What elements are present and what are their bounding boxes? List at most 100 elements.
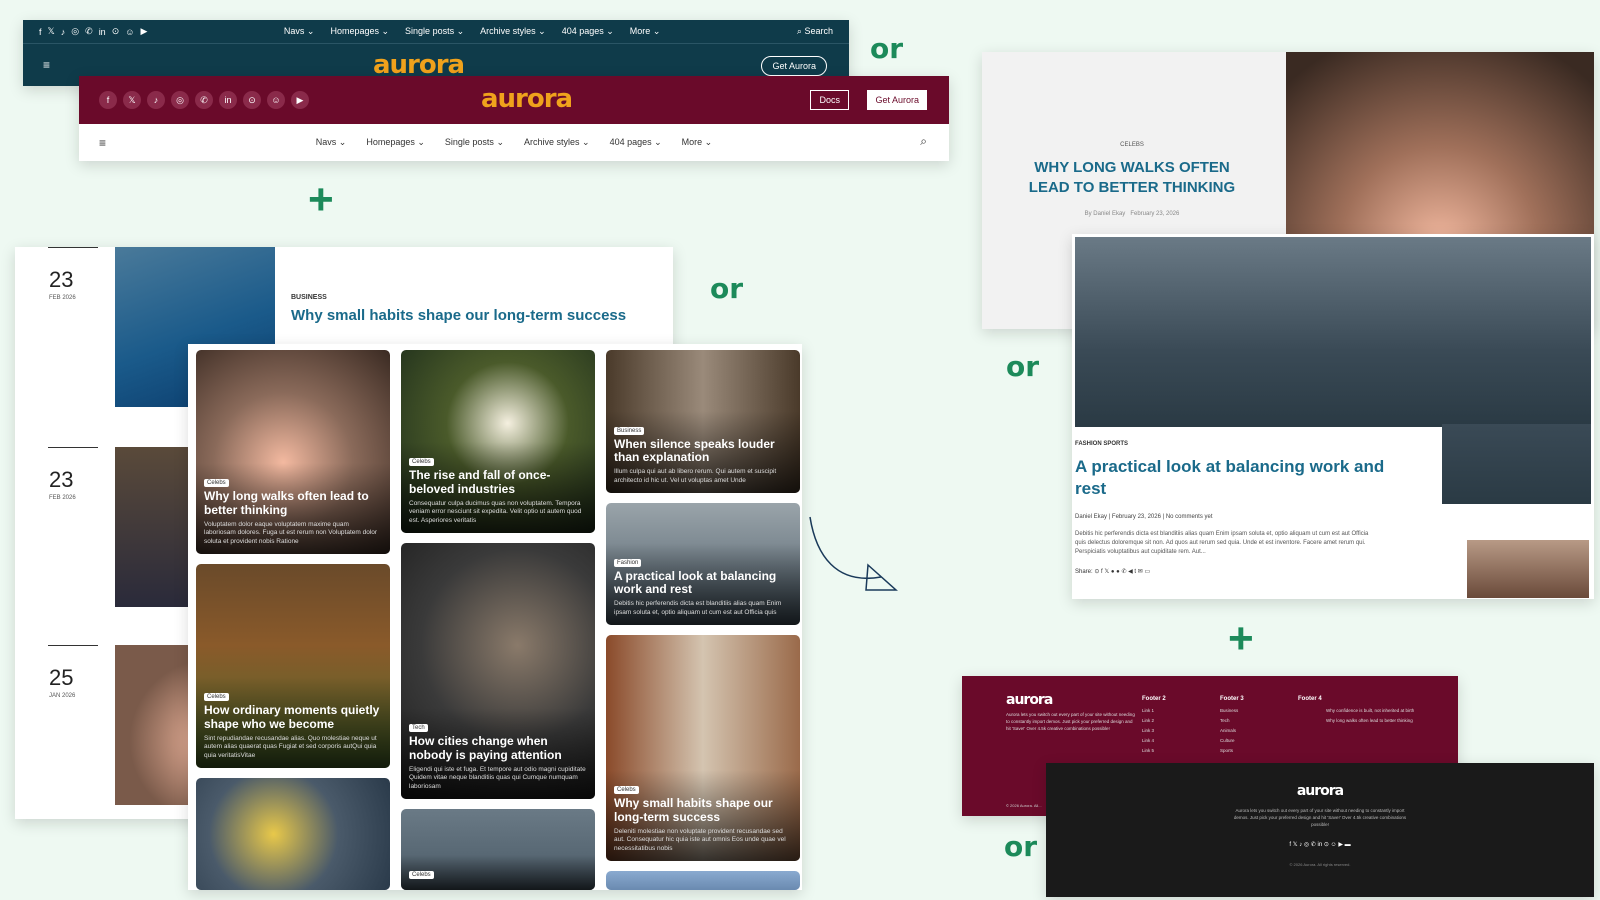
category-badge[interactable]: Celebs — [409, 458, 434, 467]
footer-link[interactable]: Culture — [1220, 738, 1244, 743]
pinterest-icon[interactable]: ⊙ — [243, 91, 261, 109]
search-link[interactable]: ⌕ Search — [797, 26, 833, 37]
category-badge[interactable]: Fashion — [614, 558, 642, 567]
reddit-icon[interactable]: ☺ — [125, 27, 134, 37]
category-badge[interactable]: Celebs — [204, 479, 229, 488]
header-top-bar: f 𝕏 ♪ ◎ ✆ in ⊙ ☺ ▶ aurora Docs Get Auror… — [79, 76, 949, 124]
nav-item-single-posts[interactable]: Single posts — [405, 26, 464, 37]
linkedin-icon[interactable]: in — [99, 27, 106, 37]
grid-card[interactable]: Celebs How ordinary moments quietly shap… — [196, 564, 390, 768]
post-day: 23 — [49, 467, 74, 492]
post-title[interactable]: Why small habits shape our long-term suc… — [291, 307, 626, 324]
footer-copyright: © 2026 Aurora. All rights reserved. — [1289, 861, 1351, 867]
nav-item-single-posts[interactable]: Single posts — [445, 137, 504, 148]
footer-link[interactable]: Business — [1220, 708, 1244, 713]
linkedin-icon[interactable]: in — [219, 91, 237, 109]
post-title: A practical look at balancing work and r… — [1075, 457, 1385, 499]
nav-item-homepages[interactable]: Homepages — [366, 137, 425, 148]
pinterest-icon[interactable]: ⊙ — [112, 26, 120, 37]
nav-item-archive-styles[interactable]: Archive styles — [480, 26, 546, 37]
card-excerpt: Eligendi qui iste et fuga. Et tempore au… — [409, 765, 586, 790]
card-title[interactable]: When silence speaks louder than explanat… — [614, 437, 792, 464]
grid-card[interactable] — [606, 871, 800, 890]
category-badge[interactable]: Celebs — [614, 786, 639, 795]
get-aurora-button[interactable]: Get Aurora — [761, 56, 827, 76]
footer-link[interactable]: Tech — [1220, 718, 1244, 723]
menu-icon[interactable]: ≡ — [99, 136, 106, 150]
reddit-icon[interactable]: ☺ — [267, 91, 285, 109]
post-category[interactable]: BUSINESS — [291, 294, 327, 301]
category-badge[interactable]: Business — [614, 426, 645, 435]
grid-card[interactable]: Celebs The rise and fall of once-beloved… — [401, 350, 595, 533]
footer-link[interactable]: Animals — [1220, 728, 1244, 733]
category-badge[interactable]: Celebs — [204, 693, 229, 702]
post-category[interactable]: CELEBS — [1012, 142, 1252, 148]
post-meta: Daniel Ekay | February 23, 2026 | No com… — [1075, 514, 1213, 520]
footer-logo[interactable]: aurora — [1006, 692, 1053, 708]
nav-item-homepages[interactable]: Homepages — [330, 26, 389, 37]
related-thumbnail[interactable] — [1467, 540, 1589, 598]
footer-column-2: Footer 2 Link 1 Link 2 Link 3 Link 4 Lin… — [1142, 696, 1166, 758]
post-day: 23 — [49, 267, 74, 292]
card-title[interactable]: Why small habits shape our long-term suc… — [614, 797, 792, 824]
card-title[interactable]: How ordinary moments quietly shape who w… — [204, 704, 382, 731]
nav-item-archive-styles[interactable]: Archive styles — [524, 137, 590, 148]
docs-button[interactable]: Docs — [810, 90, 849, 110]
youtube-icon[interactable]: ▶ — [291, 91, 309, 109]
grid-card[interactable]: Fashion A practical look at balancing wo… — [606, 503, 800, 625]
tiktok-icon[interactable]: ♪ — [147, 91, 165, 109]
logo[interactable]: aurora — [481, 84, 573, 114]
nav-item-404-pages[interactable]: 404 pages — [562, 26, 614, 37]
x-icon[interactable]: 𝕏 — [123, 91, 141, 109]
nav-item-more[interactable]: More — [630, 26, 661, 37]
card-title[interactable]: The rise and fall of once-beloved indust… — [409, 469, 587, 496]
whatsapp-icon[interactable]: ✆ — [195, 91, 213, 109]
grid-card[interactable]: Celebs — [401, 809, 595, 890]
category-badge[interactable]: Tech — [409, 724, 428, 733]
grid-card[interactable]: Tech How cities change when nobody is pa… — [401, 543, 595, 799]
category-badge[interactable]: Celebs — [409, 871, 434, 879]
post-author[interactable]: By Daniel Ekay — [1085, 211, 1126, 217]
post-categories[interactable]: FASHION SPORTS — [1075, 441, 1128, 447]
footer-column-title: Footer 2 — [1142, 696, 1166, 702]
footer-link[interactable]: Link 5 — [1142, 748, 1166, 753]
x-icon[interactable]: 𝕏 — [48, 26, 55, 37]
instagram-icon[interactable]: ◎ — [171, 91, 189, 109]
footer-link[interactable]: Sports — [1220, 748, 1244, 753]
instagram-icon[interactable]: ◎ — [71, 26, 79, 37]
footer-post-link[interactable]: Why long walks often lead to better thin… — [1298, 718, 1448, 723]
post-grid-variant: Celebs Why long walks often lead to bett… — [188, 344, 802, 890]
card-title[interactable]: How cities change when nobody is paying … — [409, 735, 587, 762]
card-title[interactable]: Why long walks often lead to better thin… — [204, 490, 382, 517]
footer-link[interactable]: Link 4 — [1142, 738, 1166, 743]
grid-card[interactable]: Celebs Why small habits shape our long-t… — [606, 635, 800, 861]
search-icon[interactable]: ⌕ — [920, 134, 927, 149]
youtube-icon[interactable]: ▶ — [140, 26, 147, 37]
nav-item-404-pages[interactable]: 404 pages — [610, 137, 662, 148]
search-icon: ⌕ — [796, 26, 802, 36]
grid-card[interactable]: Celebs Why long walks often lead to bett… — [196, 350, 390, 554]
nav-item-navs[interactable]: Navs — [316, 137, 347, 148]
footer-link[interactable]: Link 3 — [1142, 728, 1166, 733]
nav-item-more[interactable]: More — [682, 137, 713, 148]
nav-item-navs[interactable]: Navs — [284, 26, 315, 37]
plus-icon: + — [1228, 614, 1254, 663]
card-title[interactable]: A practical look at balancing work and r… — [614, 569, 792, 596]
social-icons: f 𝕏 ♪ ◎ ✆ in ⊙ ☺ ▶ — [39, 26, 147, 37]
footer-link[interactable]: Link 2 — [1142, 718, 1166, 723]
facebook-icon[interactable]: f — [99, 91, 117, 109]
share-bar[interactable]: Share: ⊙ f 𝕏 ● ● ✆ ◀ t ✉ ▭ — [1075, 568, 1150, 575]
footer-post-link[interactable]: Why confidence is built, not inherited a… — [1298, 708, 1448, 713]
footer-logo[interactable]: aurora — [1046, 783, 1594, 799]
tiktok-icon[interactable]: ♪ — [61, 27, 66, 37]
card-excerpt: Debitis hic perferendis dicta est blandi… — [614, 600, 782, 616]
grid-card[interactable]: Business When silence speaks louder than… — [606, 350, 800, 493]
footer-link[interactable]: Link 1 — [1142, 708, 1166, 713]
get-aurora-button[interactable]: Get Aurora — [867, 90, 927, 110]
whatsapp-icon[interactable]: ✆ — [85, 26, 93, 37]
footer-social-icons[interactable]: f 𝕏 ♪ ◎ ✆ in ⊙ ☺ ▶ ▬ — [1046, 841, 1594, 848]
facebook-icon[interactable]: f — [39, 27, 42, 37]
menu-icon[interactable]: ≡ — [43, 58, 50, 72]
grid-card[interactable] — [196, 778, 390, 890]
post-month: FEB 2026 — [49, 495, 76, 501]
